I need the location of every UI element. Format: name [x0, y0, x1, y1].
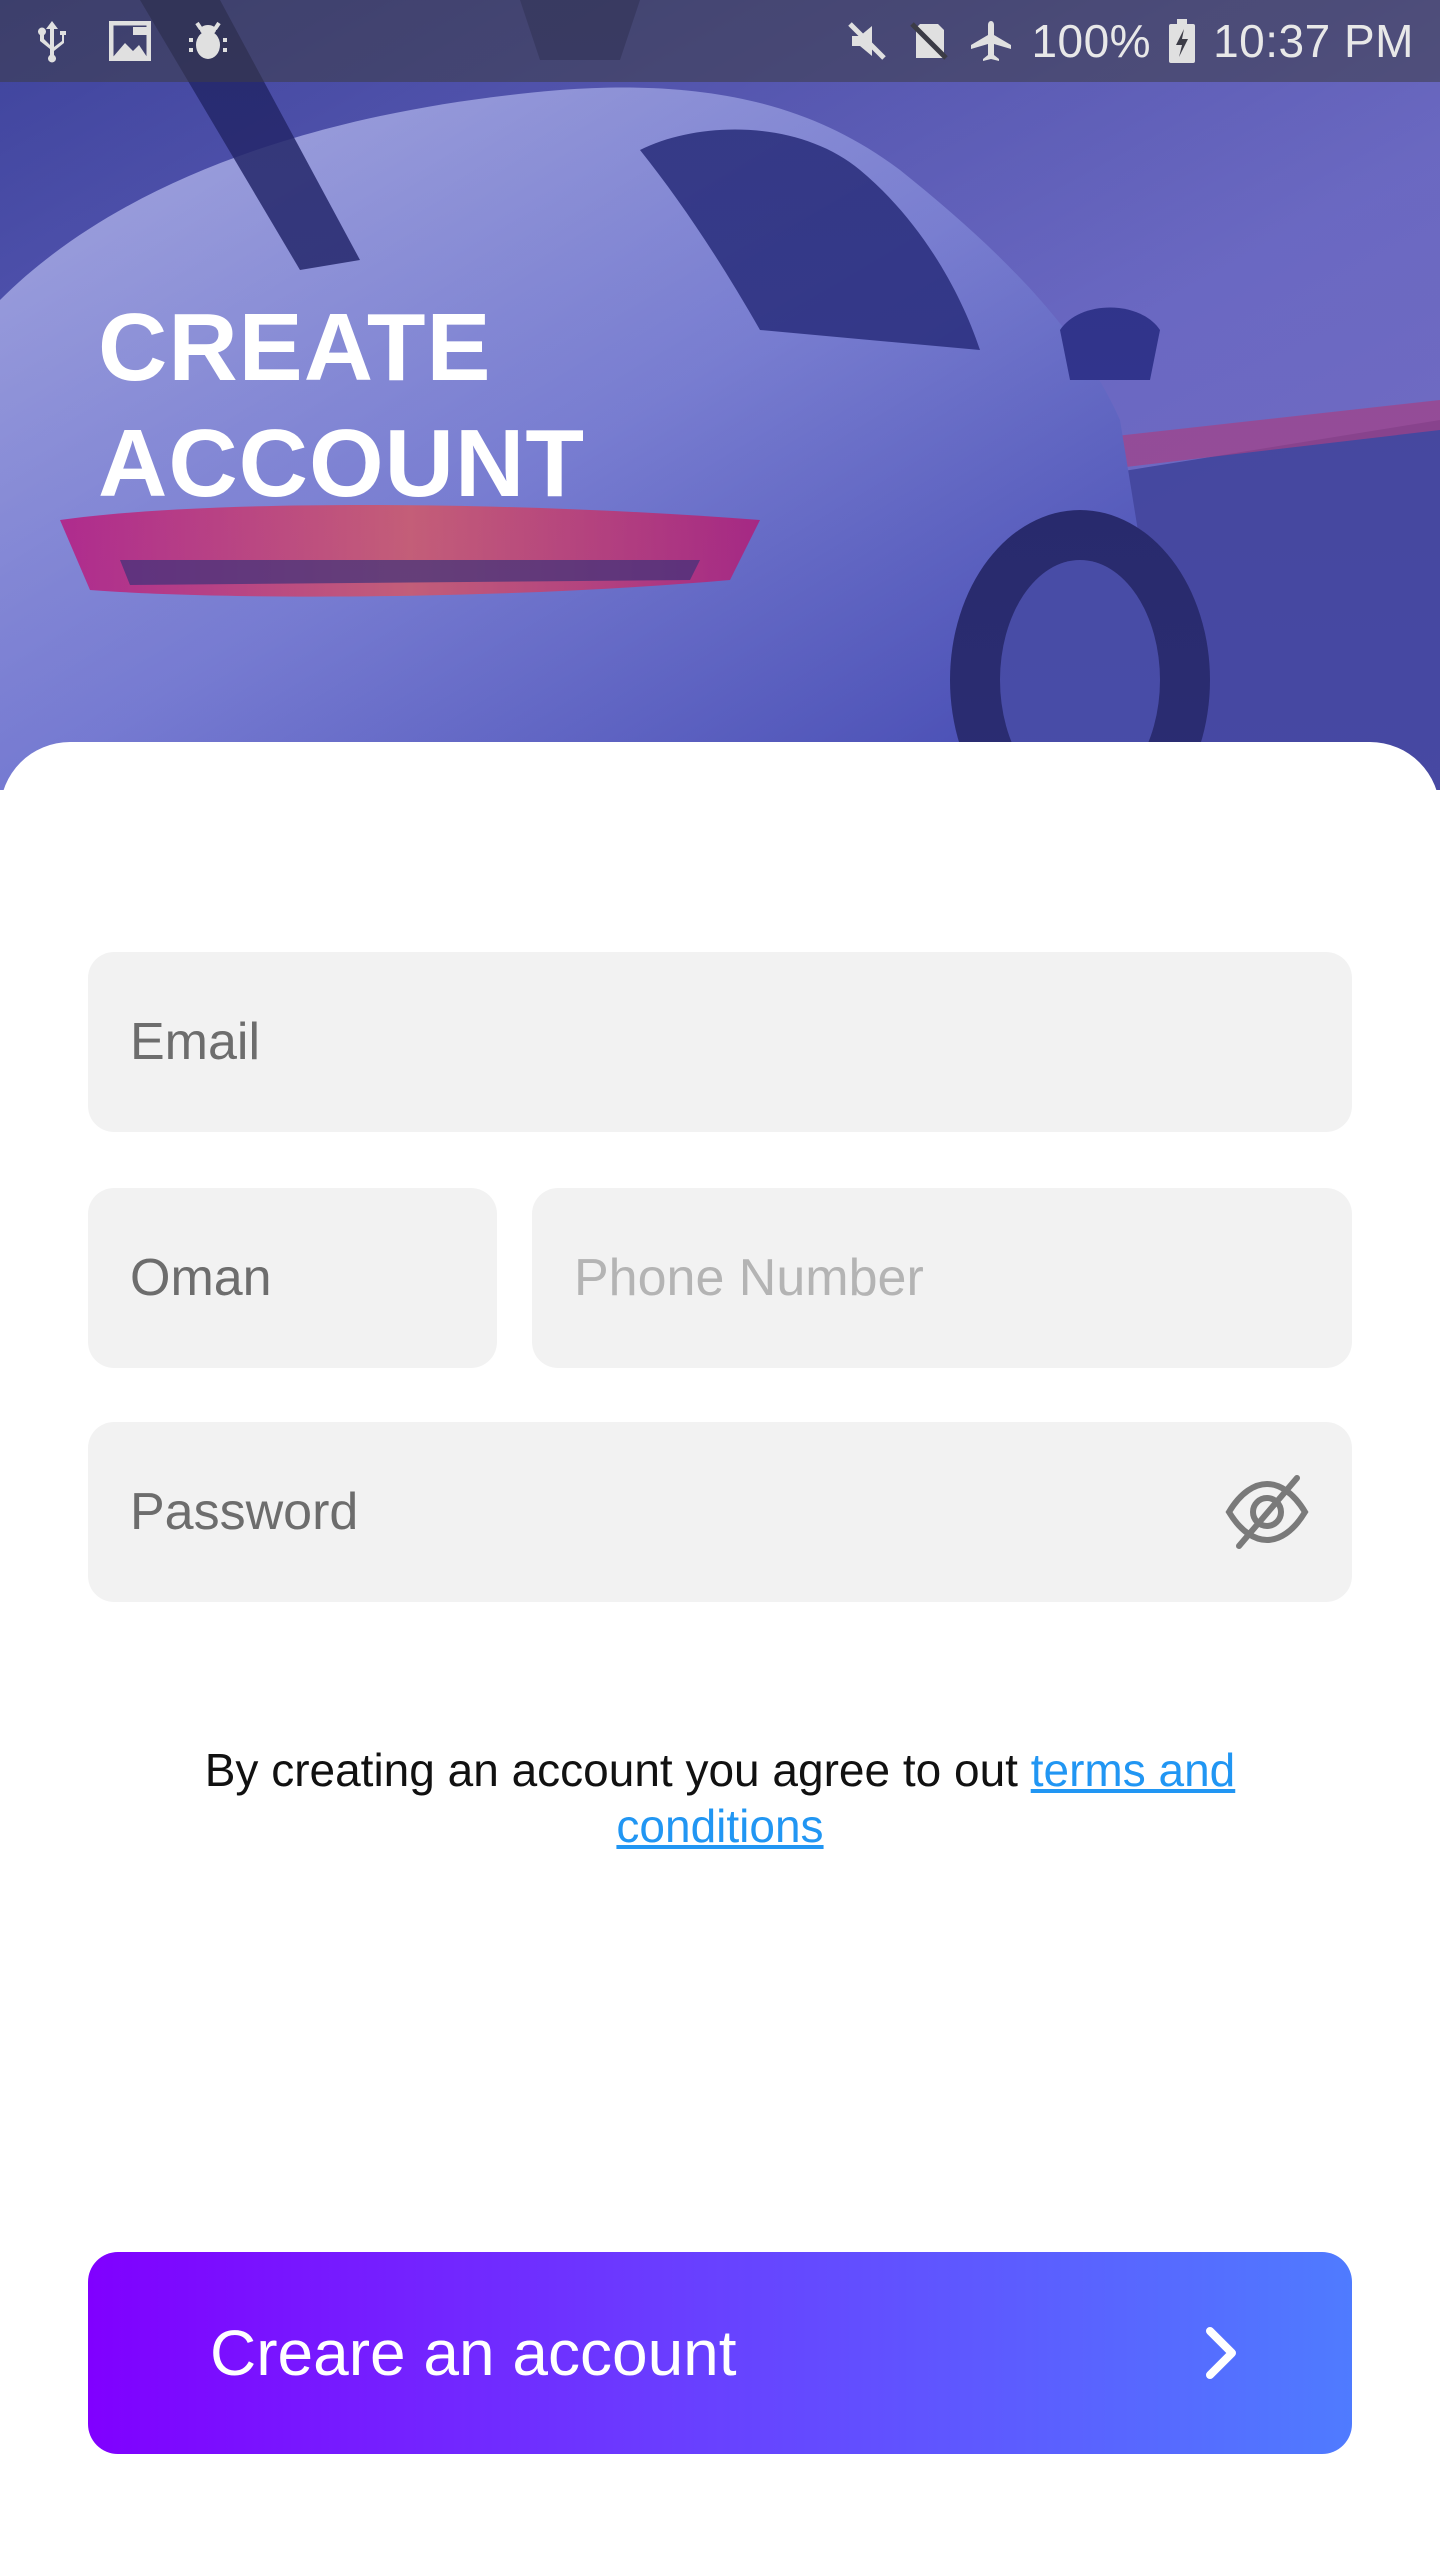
hero-banner: 100% 10:37 PM CREATE ACCOUNT: [0, 0, 1440, 790]
page-title-line2: ACCOUNT: [98, 410, 585, 517]
airplane-icon: [969, 19, 1013, 63]
terms-prefix: By creating an account you agree to out: [204, 1744, 1031, 1796]
password-placeholder: Password: [130, 1483, 359, 1541]
email-field[interactable]: Email: [88, 952, 1352, 1132]
eye-off-icon[interactable]: [1222, 1467, 1312, 1557]
phone-number-field[interactable]: Phone Number: [532, 1188, 1352, 1368]
status-right-icons: 100% 10:37 PM: [845, 14, 1414, 68]
create-account-button[interactable]: Creare an account: [88, 2252, 1352, 2454]
status-left-icons: [30, 19, 230, 63]
phone-placeholder: Phone Number: [574, 1249, 924, 1307]
battery-charging-icon: [1169, 19, 1196, 63]
bug-icon: [186, 19, 230, 63]
no-sim-icon: [907, 19, 951, 63]
clock: 10:37 PM: [1213, 15, 1414, 67]
page-title-line1: CREATE: [98, 294, 492, 401]
country-code-select[interactable]: Oman: [88, 1188, 497, 1368]
terms-notice: By creating an account you agree to out …: [120, 1742, 1320, 1854]
chevron-right-icon: [1192, 2323, 1252, 2383]
image-icon: [108, 19, 152, 63]
battery-percent: 100%: [1031, 15, 1152, 67]
password-field[interactable]: Password: [88, 1422, 1352, 1602]
email-placeholder: Email: [130, 1013, 261, 1071]
country-value: Oman: [130, 1249, 272, 1307]
form-sheet: Email Oman Phone Number Password By crea…: [0, 742, 1440, 2560]
mute-icon: [845, 19, 889, 63]
usb-icon: [30, 19, 74, 63]
create-account-screen: 100% 10:37 PM CREATE ACCOUNT Email Oman …: [0, 0, 1440, 2560]
status-bar: 100% 10:37 PM: [0, 0, 1440, 82]
create-account-label: Creare an account: [210, 2317, 737, 2389]
page-title: CREATE ACCOUNT: [98, 290, 798, 522]
